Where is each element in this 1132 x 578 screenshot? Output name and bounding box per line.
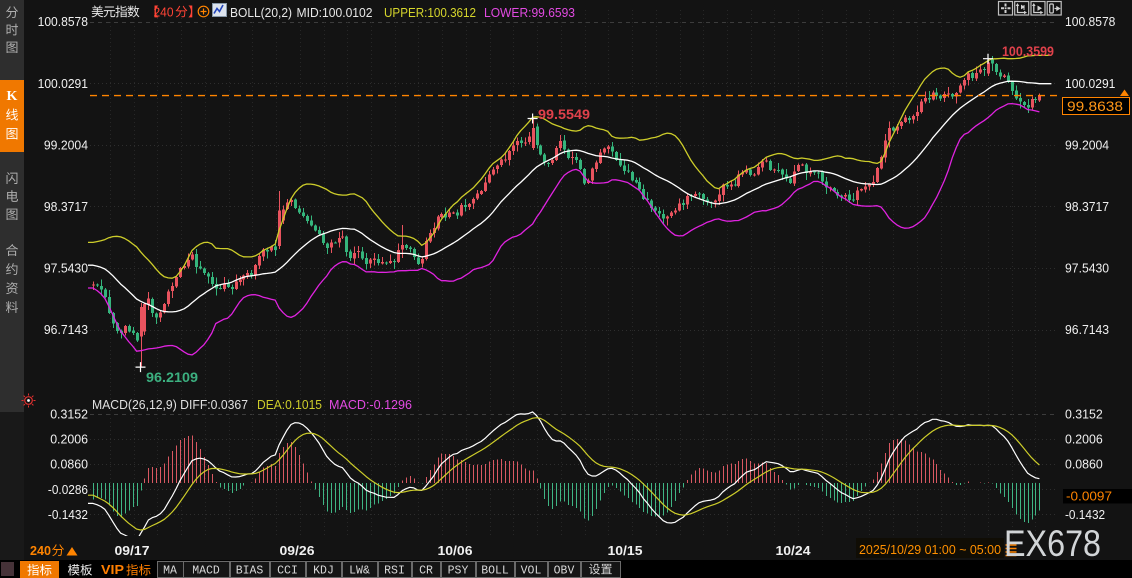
svg-text:09/17: 09/17 [115, 543, 150, 558]
svg-text:KDJ: KDJ [313, 565, 334, 578]
svg-text:0.2006: 0.2006 [1065, 432, 1103, 447]
svg-text:0.3152: 0.3152 [50, 406, 88, 421]
svg-text:DEA:0.1015: DEA:0.1015 [257, 397, 322, 412]
svg-text:96.7143: 96.7143 [44, 322, 88, 337]
svg-text:OBV: OBV [554, 565, 575, 578]
svg-text:BIAS: BIAS [236, 565, 264, 578]
svg-text:-0.1432: -0.1432 [1065, 507, 1105, 522]
svg-text:CR: CR [419, 565, 433, 578]
svg-text:97.5430: 97.5430 [44, 261, 88, 276]
svg-text:0.0860: 0.0860 [1065, 457, 1103, 472]
svg-text:MA: MA [163, 565, 177, 578]
svg-text:BOLL(20,2): BOLL(20,2) [230, 5, 292, 20]
svg-text:99.2004: 99.2004 [44, 137, 88, 152]
svg-text:98.3717: 98.3717 [1065, 199, 1109, 214]
svg-text:MID:100.0102: MID:100.0102 [297, 5, 373, 20]
svg-text:240: 240 [30, 543, 51, 558]
svg-text:-0.0097: -0.0097 [1066, 489, 1112, 504]
svg-text:VIP: VIP [101, 563, 124, 577]
svg-text:96.7143: 96.7143 [1065, 322, 1109, 337]
svg-text:240: 240 [154, 4, 174, 19]
svg-text:-0.0286: -0.0286 [48, 482, 88, 497]
svg-text:LOWER:99.6593: LOWER:99.6593 [484, 5, 575, 20]
svg-text:100.0291: 100.0291 [38, 76, 88, 91]
svg-text:CCI: CCI [277, 565, 298, 578]
svg-text:0.0860: 0.0860 [50, 457, 88, 472]
svg-text:100.8578: 100.8578 [38, 14, 88, 29]
svg-text:10/06: 10/06 [438, 543, 473, 558]
svg-text:0.3152: 0.3152 [1065, 406, 1103, 421]
svg-text:10/24: 10/24 [776, 543, 812, 558]
svg-text:2025/10/29 01:00 ~ 05:00: 2025/10/29 01:00 ~ 05:00 [859, 542, 1001, 557]
svg-text:LW&: LW& [349, 565, 370, 578]
svg-text:MACD: MACD [192, 565, 220, 578]
svg-text:BOLL: BOLL [481, 565, 509, 578]
svg-text:MACD(26,12,9) DIFF:0.0367: MACD(26,12,9) DIFF:0.0367 [92, 397, 248, 412]
svg-text:100.8578: 100.8578 [1065, 14, 1115, 29]
svg-text:96.2109: 96.2109 [146, 370, 198, 385]
svg-text:10/15: 10/15 [608, 543, 643, 558]
svg-text:99.8638: 99.8638 [1067, 99, 1123, 114]
svg-text:100.0291: 100.0291 [1065, 76, 1115, 91]
svg-text:98.3717: 98.3717 [44, 199, 88, 214]
svg-text:-0.1432: -0.1432 [48, 507, 88, 522]
svg-text:VOL: VOL [521, 565, 542, 578]
svg-text:09/26: 09/26 [280, 543, 315, 558]
svg-text:99.5549: 99.5549 [538, 107, 590, 122]
svg-text:PSY: PSY [448, 565, 469, 578]
svg-text:UPPER:100.3612: UPPER:100.3612 [384, 5, 476, 20]
svg-text:MACD:-0.1296: MACD:-0.1296 [329, 397, 412, 412]
svg-text:RSI: RSI [384, 565, 405, 578]
svg-text:0.2006: 0.2006 [50, 432, 88, 447]
svg-text:99.2004: 99.2004 [1065, 137, 1109, 152]
svg-text:100.3599: 100.3599 [1002, 44, 1054, 59]
svg-text:97.5430: 97.5430 [1065, 261, 1109, 276]
svg-text:K: K [7, 89, 18, 104]
svg-text:EX678: EX678 [1004, 523, 1101, 564]
